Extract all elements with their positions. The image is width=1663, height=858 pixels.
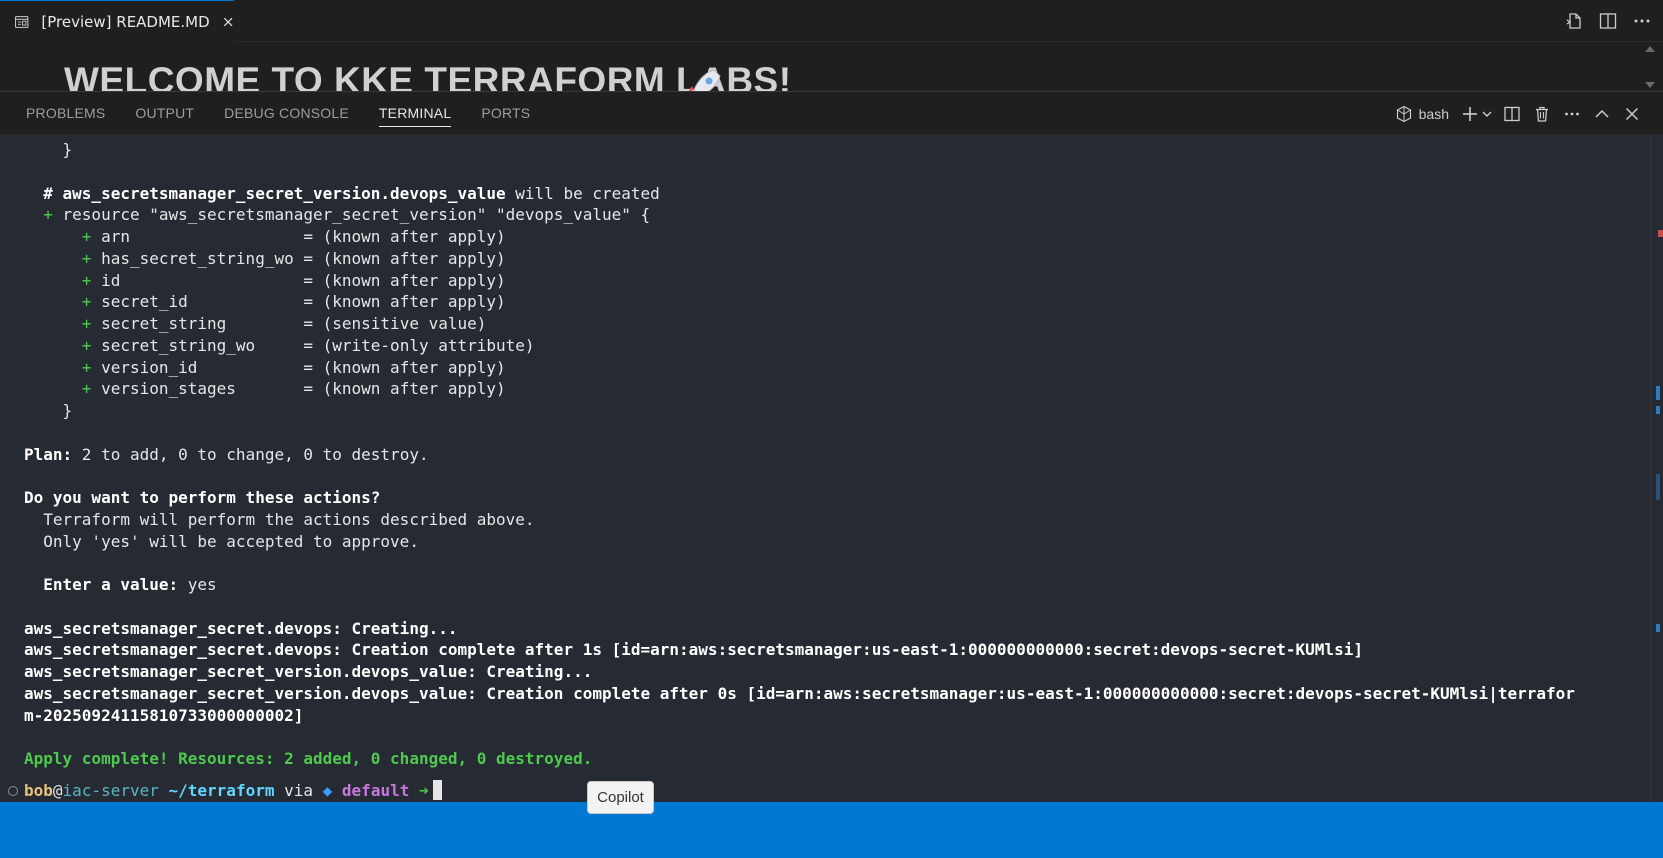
panel-actions: bash	[1391, 92, 1643, 135]
open-source-icon[interactable]	[1563, 10, 1585, 32]
bottom-panel: PROBLEMS OUTPUT DEBUG CONSOLE TERMINAL P…	[0, 91, 1663, 858]
plus-icon	[1463, 106, 1477, 121]
scroll-marker	[1656, 406, 1660, 414]
terminal-line: + secret_id = (known after apply)	[24, 292, 506, 312]
terminal-line: Only 'yes' will be accepted to approve.	[24, 531, 419, 551]
terminal-line: Plan: 2 to add, 0 to change, 0 to destro…	[24, 444, 429, 464]
terminal-line: }	[24, 140, 73, 159]
terminal-line: Apply complete! Resources: 2 added, 0 ch…	[24, 749, 593, 768]
scroll-marker	[1656, 624, 1660, 632]
terminal-line: aws_secretsmanager_secret_version.devops…	[24, 662, 593, 681]
panel-header: PROBLEMS OUTPUT DEBUG CONSOLE TERMINAL P…	[0, 92, 1663, 135]
ellipsis-icon	[1565, 112, 1579, 115]
editor-tab-bar: [Preview] README.MD	[0, 0, 1663, 42]
terminal-cursor	[432, 780, 442, 800]
terminal-line: + secret_string_wo = (write-only attribu…	[24, 335, 535, 355]
editor-scrollbar[interactable]	[1643, 46, 1657, 88]
page-title: WELCOME TO KKE TERRAFORM LABS!	[64, 60, 792, 91]
chevron-down-icon[interactable]	[1481, 108, 1493, 120]
rocket-icon	[688, 69, 721, 91]
terminal-prompt[interactable]: bob@iac-server ~/terraform via ◆ default…	[0, 780, 1600, 802]
new-terminal-button[interactable]	[1461, 101, 1493, 127]
kill-terminal-button[interactable]	[1531, 101, 1553, 127]
split-editor-icon[interactable]	[1597, 10, 1619, 32]
editor-actions	[1563, 8, 1653, 34]
close-panel-button[interactable]	[1621, 101, 1643, 127]
terminal-bash-icon	[1396, 105, 1411, 122]
markdown-preview: WELCOME TO KKE TERRAFORM LABS!	[0, 42, 1663, 91]
tab-terminal[interactable]: TERMINAL	[378, 92, 452, 135]
shell-label: bash	[1418, 105, 1449, 122]
terminal-line: m-20250924115810733000000002]	[24, 705, 304, 725]
shell-selector[interactable]: bash	[1391, 101, 1453, 127]
tab-output[interactable]: OUTPUT	[135, 92, 194, 135]
close-icon[interactable]	[222, 14, 234, 30]
tab-ports[interactable]: PORTS	[481, 92, 530, 135]
split-icon	[1504, 106, 1520, 121]
terminal-scrollbar[interactable]	[1650, 134, 1663, 802]
terminal-line: + version_id = (known after apply)	[24, 357, 506, 377]
terminal-line: Terraform will perform the actions descr…	[24, 509, 535, 529]
tab-label: [Preview] README.MD	[41, 12, 210, 31]
terminal-line: + secret_string = (sensitive value)	[24, 314, 487, 333]
diamond-icon: ◆	[322, 781, 333, 800]
terminal-line: Do you want to perform these actions?	[24, 488, 381, 507]
tab-problems[interactable]: PROBLEMS	[26, 92, 105, 135]
trash-icon	[1536, 106, 1548, 122]
terminal-line: + arn = (known after apply)	[24, 227, 506, 246]
tab-debug-console[interactable]: DEBUG CONSOLE	[224, 92, 349, 135]
scroll-marker	[1656, 474, 1660, 500]
terminal-output[interactable]: } # aws_secretsmanager_secret_version.de…	[0, 135, 1650, 817]
tab-readme-preview[interactable]: [Preview] README.MD	[0, 0, 234, 42]
terminal-line: + version_stages = (known after apply)	[24, 379, 506, 399]
terminal-line: aws_secretsmanager_secret.devops: Creati…	[24, 640, 1363, 660]
terminal-line: }	[24, 401, 73, 420]
panel-tabs: PROBLEMS OUTPUT DEBUG CONSOLE TERMINAL P…	[26, 92, 560, 135]
terminal-line: Enter a value: yes	[24, 575, 217, 594]
more-actions-icon[interactable]	[1631, 10, 1653, 32]
scroll-marker	[1656, 386, 1660, 400]
terminal-line: # aws_secretsmanager_secret_version.devo…	[24, 183, 660, 203]
preview-icon	[15, 15, 29, 28]
scroll-marker	[1658, 230, 1663, 237]
terminal-line: + has_secret_string_wo = (known after ap…	[24, 248, 506, 268]
terminal-line: aws_secretsmanager_secret_version.devops…	[24, 683, 1575, 703]
split-terminal-button[interactable]	[1501, 101, 1523, 127]
terminal-line: + id = (known after apply)	[24, 270, 506, 290]
chevron-up-icon	[1595, 109, 1609, 118]
copilot-tooltip: Copilot	[587, 781, 654, 814]
maximize-panel-button[interactable]	[1591, 101, 1613, 127]
close-icon	[1625, 107, 1639, 120]
more-actions-button[interactable]	[1561, 101, 1583, 127]
status-bar	[0, 802, 1663, 858]
terminal-line: aws_secretsmanager_secret.devops: Creati…	[24, 618, 458, 638]
terminal-line: + resource "aws_secretsmanager_secret_ve…	[24, 205, 651, 225]
